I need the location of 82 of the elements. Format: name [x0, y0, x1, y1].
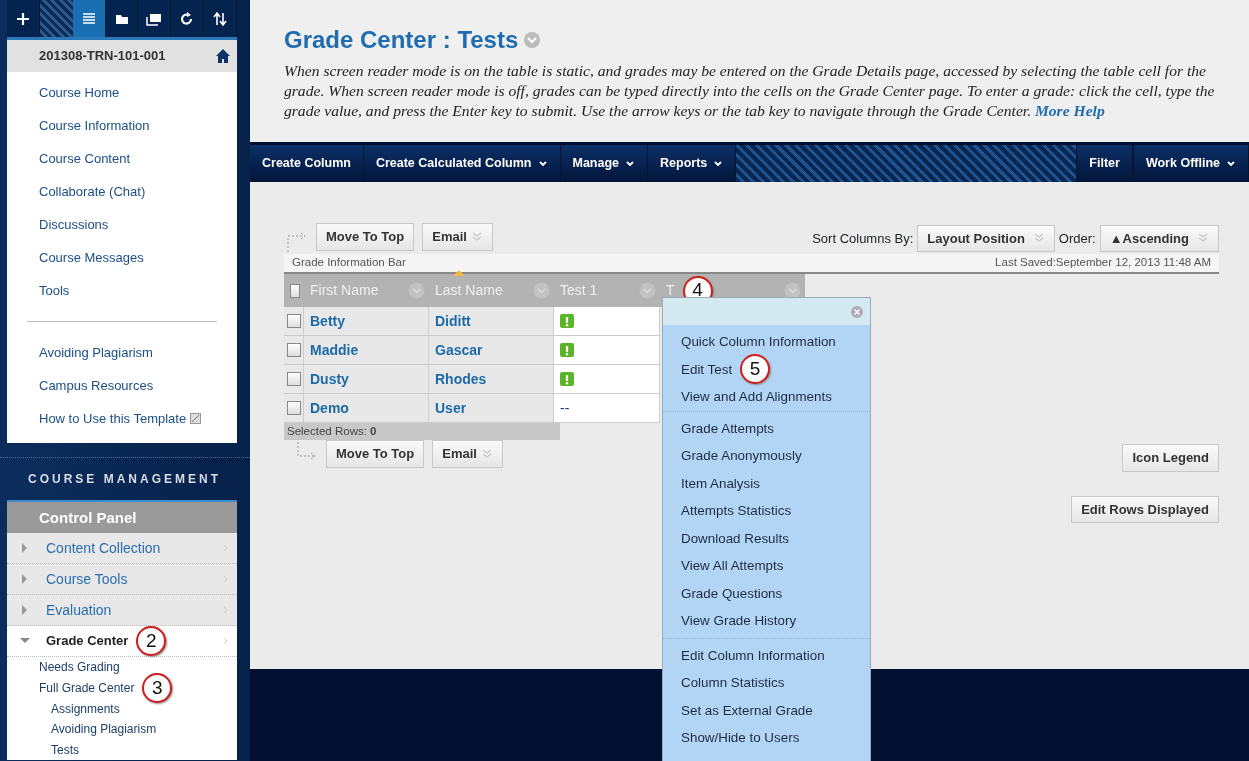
order-label: Order: [1058, 229, 1096, 248]
submenu-link[interactable]: Tests [7, 739, 237, 760]
chevron-right-icon [223, 544, 229, 552]
menu-button[interactable] [72, 0, 106, 37]
page-title: Grade Center : Tests [284, 26, 1241, 55]
info-bar-label: Grade Information Bar [292, 255, 406, 271]
menu-item[interactable]: View Grade History [663, 607, 870, 635]
course-menu-link[interactable]: Course Home [7, 76, 237, 109]
callout-marker: 3 [142, 673, 173, 703]
course-menu-link[interactable]: How to Use this Template [7, 402, 237, 435]
dropdown-icon[interactable] [523, 31, 542, 50]
table-cell: User [429, 394, 554, 423]
chevron-right-icon [223, 637, 229, 645]
course-menu-link[interactable]: Course Messages [7, 241, 237, 274]
selected-rows-count: Selected Rows: 0 [284, 423, 560, 440]
menu-section[interactable]: Evaluation [7, 595, 237, 626]
menu-item[interactable]: Edit Test [663, 355, 733, 383]
add-icon [14, 10, 31, 27]
toolbar-button[interactable]: Edit Rows Displayed [1071, 495, 1219, 523]
menu-section[interactable]: Content Collection [7, 533, 237, 564]
last-saved: Last Saved:September 12, 2013 11:48 AM [995, 255, 1211, 271]
menu-item[interactable]: Grade Questions [663, 579, 870, 607]
row-checkbox[interactable] [287, 401, 301, 415]
course-menu-link[interactable]: Collaborate (Chat) [7, 175, 237, 208]
toolbar-button[interactable]: Icon Legend [1122, 444, 1219, 472]
menu-item[interactable]: Attempts Statistics [663, 497, 870, 525]
menu-item[interactable]: View and Add Alignments [663, 383, 870, 411]
sort-icon [212, 10, 229, 27]
needs-grading-icon [560, 343, 574, 357]
menu-item[interactable]: Item Analysis [663, 469, 870, 497]
table-cell: Gascar [429, 336, 554, 365]
menu-item[interactable]: Grade Anonymously [663, 442, 870, 470]
needs-grading-icon [560, 314, 574, 328]
menu-item[interactable]: Set as External Grade [663, 696, 870, 724]
toolbar-button[interactable]: Move To Top [326, 440, 425, 468]
sort-label: Sort Columns By: [812, 229, 914, 248]
table-cell: Demo [304, 394, 429, 423]
row-checkbox[interactable] [287, 314, 301, 328]
table-cell: Diditt [429, 307, 554, 336]
select-all-checkbox[interactable] [290, 283, 300, 298]
toolbar-button[interactable]: Move To Top [316, 223, 415, 251]
menu-item[interactable]: Download Results [663, 524, 870, 552]
menu-item[interactable]: Edit Column Information [663, 641, 870, 669]
chevron-down-icon[interactable] [784, 282, 801, 299]
home-icon[interactable] [215, 48, 231, 64]
chevron-right-icon [223, 606, 229, 614]
course-menu-link[interactable]: Tools [7, 274, 237, 307]
row-checkbox[interactable] [287, 372, 301, 386]
menu-item[interactable]: View All Attempts [663, 552, 870, 580]
menu-item[interactable]: Column Statistics [663, 669, 870, 697]
table-cell: Rhodes [429, 365, 554, 394]
course-menu-link[interactable]: Course Information [7, 109, 237, 142]
hatched-panel [39, 0, 73, 37]
toolbar-button[interactable]: Email [432, 440, 503, 468]
submenu-link[interactable]: Avoiding Plagiarism [7, 719, 237, 740]
menu-item[interactable]: Quick Column Information [663, 328, 870, 356]
course-menu-link[interactable]: Avoiding Plagiarism [7, 336, 237, 369]
table-cell: -- [554, 394, 660, 423]
menu-section[interactable]: Grade Center 2 [7, 626, 237, 657]
course-menu-link[interactable]: Discussions [7, 208, 237, 241]
toolbar-button[interactable]: Email [422, 223, 493, 251]
menu-icon [80, 10, 97, 27]
close-icon[interactable] [851, 305, 863, 318]
table-cell: Dusty [304, 365, 429, 394]
callout-marker: 2 [136, 626, 167, 656]
row-checkbox[interactable] [287, 343, 301, 357]
menu-section[interactable]: Course Tools [7, 564, 237, 595]
order-dropdown[interactable]: ▲Ascending [1099, 224, 1219, 252]
menu-item[interactable]: Grade Attempts [663, 414, 870, 442]
chevron-right-icon [223, 575, 229, 583]
submenu-link[interactable]: Full Grade Center [7, 677, 135, 699]
page-description: When screen reader mode is on the table is static, and grades may be entered on the Grade Details page, accessed by selecting the table cell for the grade. When screen reader mode is off, grades can be typed directly into the cells on the Grade Center page. To enter a grade: click the cell, type the grade value, and press the Enter key to submit. Use the arrow keys or the tab key to navigate through the Grade Center. More Help [284, 60, 1216, 121]
callout-marker: 5 [740, 354, 771, 385]
table-cell: Betty [304, 307, 429, 336]
menu-item[interactable]: Show/Hide to Users [663, 724, 870, 752]
panel-heading: Control Panel [7, 502, 237, 533]
table-cell: Maddie [304, 336, 429, 365]
needs-grading-icon [560, 372, 574, 386]
course-menu-link[interactable]: Course Content [7, 142, 237, 175]
sort-dropdown[interactable]: Layout Position [917, 224, 1055, 252]
help-link[interactable]: More Help [1034, 101, 1105, 119]
course-menu-link[interactable]: Campus Resources [7, 369, 237, 402]
